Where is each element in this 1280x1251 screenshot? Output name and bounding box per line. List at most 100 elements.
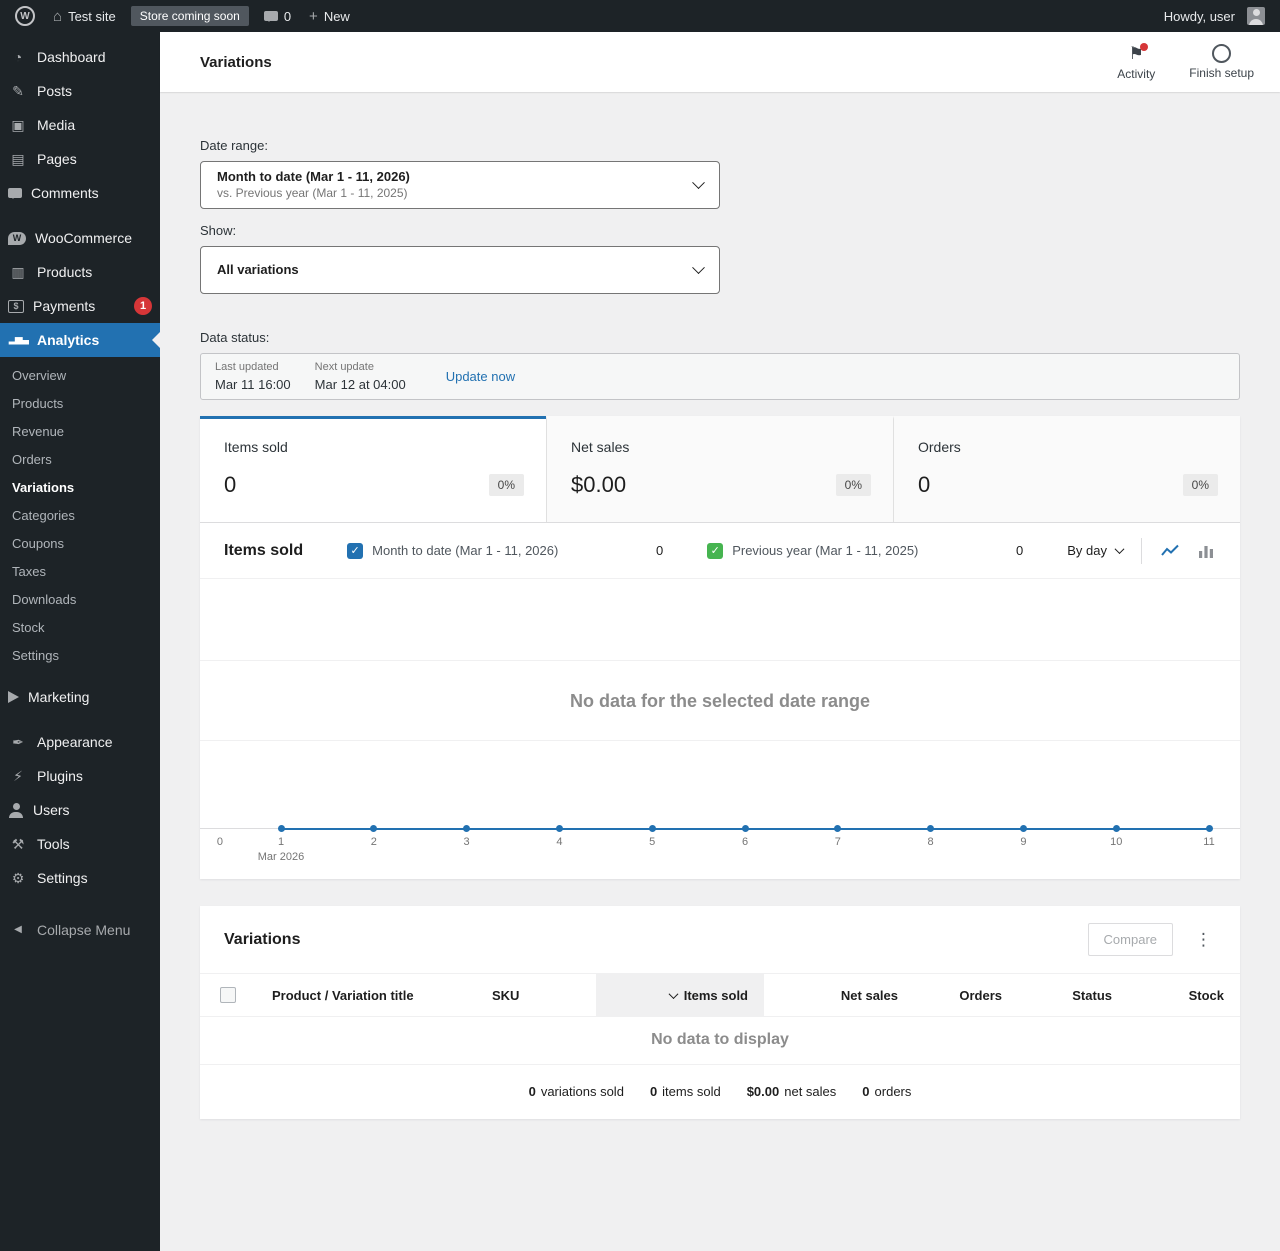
column-header-status[interactable]: Status xyxy=(1018,974,1128,1016)
finish-setup-button[interactable]: Finish setup xyxy=(1189,44,1254,81)
submenu-item-taxes[interactable]: Taxes xyxy=(0,558,160,586)
column-header-label: Stock xyxy=(1189,988,1224,1003)
x-axis-tick: 11 xyxy=(1203,836,1214,849)
chart-header: Items sold ✓Month to date (Mar 1 - 11, 2… xyxy=(200,523,1240,579)
site-name: Test site xyxy=(68,9,116,24)
status-column-value: Mar 12 at 04:00 xyxy=(315,377,406,392)
sidebar-item-products[interactable]: ▥Products xyxy=(0,255,160,289)
submenu-item-downloads[interactable]: Downloads xyxy=(0,586,160,614)
data-status-bar: Last updatedMar 11 16:00Next updateMar 1… xyxy=(200,353,1240,400)
summary-stat-label: items sold xyxy=(662,1084,721,1099)
update-now-link[interactable]: Update now xyxy=(446,369,515,384)
sidebar-item-comments[interactable]: Comments xyxy=(0,176,160,210)
sidebar-item-pages[interactable]: ▤Pages xyxy=(0,142,160,176)
sidebar-item-appearance[interactable]: ✒Appearance xyxy=(0,725,160,759)
checkbox-checked-icon[interactable]: ✓ xyxy=(707,543,723,559)
collapse-menu-button[interactable]: ◀ Collapse Menu xyxy=(0,913,160,947)
sidebar-item-label: Settings xyxy=(37,868,152,888)
gridline xyxy=(200,660,1240,661)
admin-bar-new[interactable]: + New xyxy=(300,0,359,32)
activity-button[interactable]: ⚑ Activity xyxy=(1117,44,1155,81)
chart-title: Items sold xyxy=(224,542,303,560)
interval-select[interactable]: By day xyxy=(1067,543,1123,558)
column-header-label: Orders xyxy=(959,988,1002,1003)
select-all-checkbox[interactable] xyxy=(220,987,236,1003)
sidebar-item-woocommerce[interactable]: WooCommerce xyxy=(0,221,160,255)
x-axis-tick: 10 xyxy=(1110,836,1122,849)
column-header-product-variation-title[interactable]: Product / Variation title xyxy=(256,974,476,1016)
x-axis-tick-label: 1 xyxy=(258,836,304,849)
sidebar-item-payments[interactable]: $Payments1 xyxy=(0,289,160,323)
chart-legend-item[interactable]: ✓Month to date (Mar 1 - 11, 2026)0 xyxy=(347,543,707,559)
summary-tile-net-sales[interactable]: Net sales$0.000% xyxy=(546,416,893,522)
sidebar-item-dashboard[interactable]: ◔Dashboard xyxy=(0,40,160,74)
sidebar-item-tools[interactable]: ⚒Tools xyxy=(0,827,160,861)
data-point-dot xyxy=(556,825,563,832)
summary-stat-label: orders xyxy=(875,1084,912,1099)
submenu-item-revenue[interactable]: Revenue xyxy=(0,418,160,446)
gridline xyxy=(200,740,1240,741)
sidebar-item-users[interactable]: Users xyxy=(0,793,160,827)
column-header-label: Status xyxy=(1072,988,1112,1003)
submenu-item-orders[interactable]: Orders xyxy=(0,446,160,474)
submenu-item-overview[interactable]: Overview xyxy=(0,362,160,390)
tile-value: 0 xyxy=(224,472,522,498)
x-axis-tick: 4 xyxy=(556,836,562,849)
submenu-item-settings[interactable]: Settings xyxy=(0,642,160,670)
status-column-label: Last updated xyxy=(215,361,291,373)
chevron-down-icon xyxy=(692,261,705,274)
admin-bar-comments[interactable]: 0 xyxy=(255,0,300,32)
checkbox-checked-icon[interactable]: ✓ xyxy=(347,543,363,559)
x-axis-tick: 7 xyxy=(835,836,841,849)
column-header-orders[interactable]: Orders xyxy=(914,974,1018,1016)
site-name-menu[interactable]: ⌂ Test site xyxy=(44,0,125,32)
summary-tile-items-sold[interactable]: Items sold00% xyxy=(200,416,546,522)
sidebar-item-label: Plugins xyxy=(37,766,152,786)
column-header-sku[interactable]: SKU xyxy=(476,974,596,1016)
admin-bar-left: W ⌂ Test site Store coming soon 0 + New xyxy=(6,0,359,32)
howdy-text: Howdy, user xyxy=(1164,9,1235,24)
sidebar-item-plugins[interactable]: ⚡Plugins xyxy=(0,759,160,793)
line-chart-icon[interactable] xyxy=(1160,541,1180,561)
bar-chart-icon[interactable] xyxy=(1196,541,1216,561)
data-point-dot xyxy=(278,825,285,832)
date-range-select[interactable]: Month to date (Mar 1 - 11, 2026) vs. Pre… xyxy=(200,161,720,209)
coming-soon-badge[interactable]: Store coming soon xyxy=(131,6,249,26)
sidebar-item-settings[interactable]: ⚙Settings xyxy=(0,861,160,895)
column-header-stock[interactable]: Stock xyxy=(1128,974,1240,1016)
analytics-content: Date range: Month to date (Mar 1 - 11, 2… xyxy=(160,92,1280,1159)
howdy-menu[interactable]: Howdy, user xyxy=(1155,0,1274,32)
compare-button[interactable]: Compare xyxy=(1088,923,1173,956)
submenu-item-variations[interactable]: Variations xyxy=(0,474,160,502)
submenu-item-coupons[interactable]: Coupons xyxy=(0,530,160,558)
show-select[interactable]: All variations xyxy=(200,246,720,294)
sidebar-item-posts[interactable]: ✎Posts xyxy=(0,74,160,108)
marketing-icon xyxy=(8,691,19,703)
column-header-items-sold[interactable]: Items sold xyxy=(596,974,764,1016)
column-header-net-sales[interactable]: Net sales xyxy=(764,974,914,1016)
date-range-label: Date range: xyxy=(200,138,1240,153)
interval-value: By day xyxy=(1067,543,1107,558)
divider xyxy=(1141,538,1142,564)
wordpress-menu[interactable]: W xyxy=(6,0,44,32)
x-axis-tick: 5 xyxy=(649,836,655,849)
submenu-item-categories[interactable]: Categories xyxy=(0,502,160,530)
variations-actions: Compare ⋮ xyxy=(1088,923,1216,956)
sidebar-item-marketing[interactable]: Marketing xyxy=(0,680,160,714)
summary-stat-value: 0 xyxy=(862,1084,869,1099)
sidebar-item-media[interactable]: ▣Media xyxy=(0,108,160,142)
submenu-item-products[interactable]: Products xyxy=(0,390,160,418)
chart-card: Items sold00%Net sales$0.000%Orders00% I… xyxy=(200,416,1240,879)
finish-setup-label: Finish setup xyxy=(1189,66,1254,80)
chart-legend-item[interactable]: ✓Previous year (Mar 1 - 11, 2025)0 xyxy=(707,543,1067,559)
media-icon: ▣ xyxy=(8,118,28,132)
sidebar-item-analytics[interactable]: ▂▅▃Analytics xyxy=(0,323,160,357)
date-range-value: Month to date (Mar 1 - 11, 2026) vs. Pre… xyxy=(217,169,410,201)
sidebar-item-label: Tools xyxy=(37,834,152,854)
x-axis-tick-label: 10 xyxy=(1110,836,1122,849)
legend-series-label: Previous year (Mar 1 - 11, 2025) xyxy=(732,543,918,558)
submenu-item-stock[interactable]: Stock xyxy=(0,614,160,642)
date-range-secondary: vs. Previous year (Mar 1 - 11, 2025) xyxy=(217,186,410,201)
more-options-icon[interactable]: ⋮ xyxy=(1191,931,1216,948)
summary-tile-orders[interactable]: Orders00% xyxy=(893,416,1240,522)
